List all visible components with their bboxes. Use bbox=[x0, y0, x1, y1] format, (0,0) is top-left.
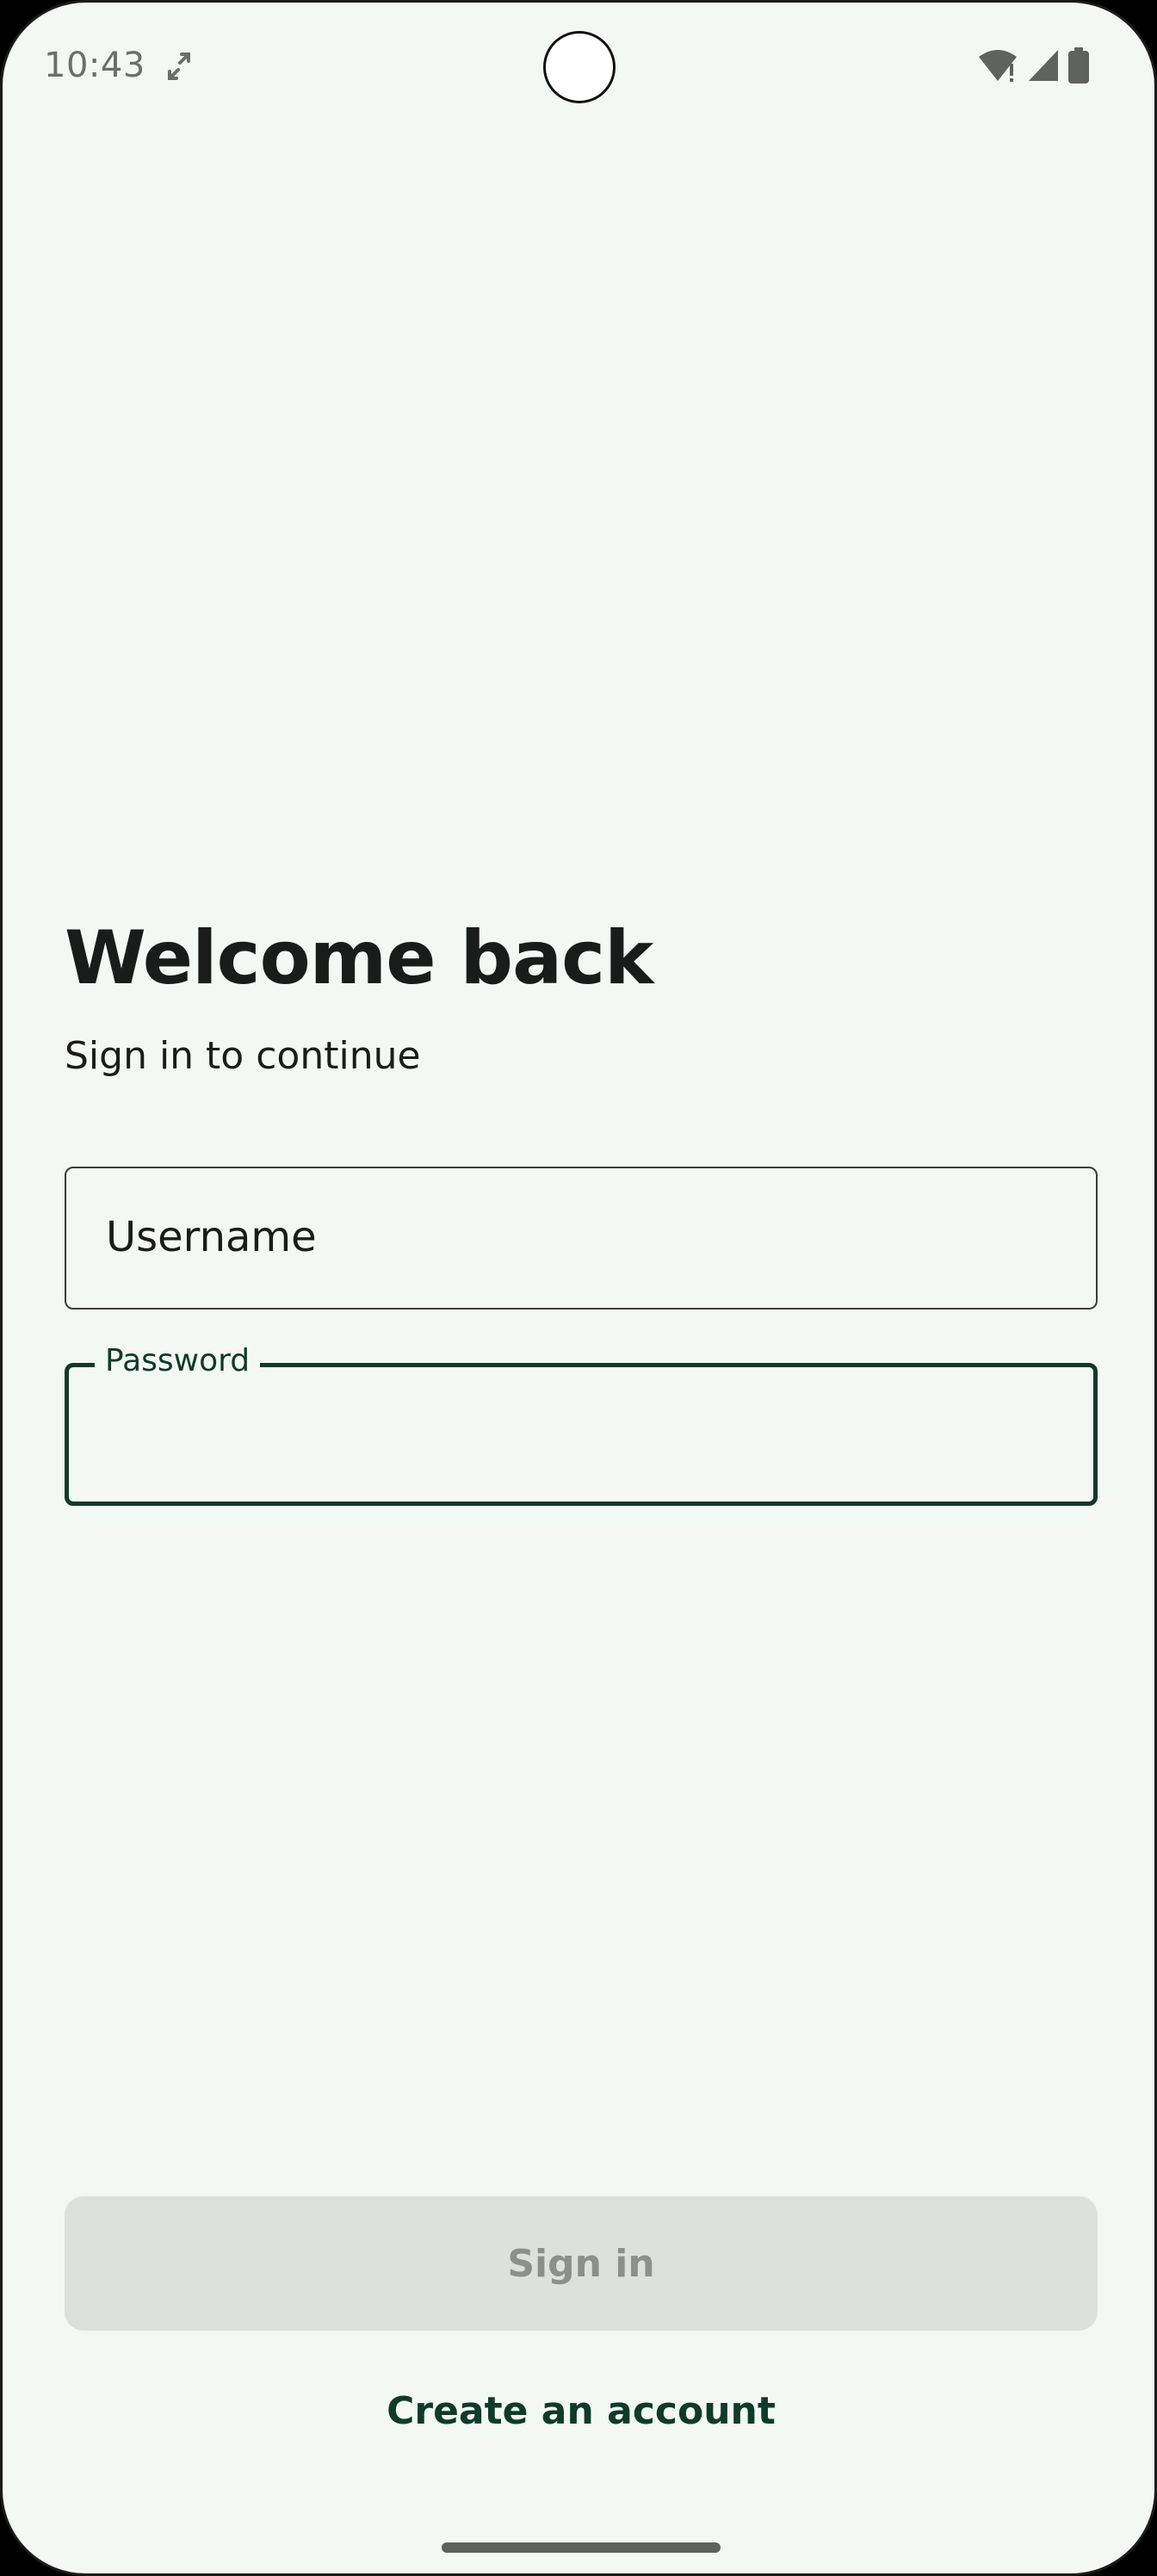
page-subtitle: Sign in to continue bbox=[65, 1034, 421, 1078]
battery-icon bbox=[1068, 47, 1089, 87]
username-placeholder: Username bbox=[106, 1213, 317, 1261]
status-bar: 10:43 bbox=[3, 3, 1154, 132]
password-field[interactable]: Password bbox=[65, 1343, 1098, 1506]
phone-screen: 10:43 Welcome back Sign in to continue U… bbox=[0, 0, 1157, 2576]
wifi-icon bbox=[977, 48, 1018, 86]
cellular-signal-icon bbox=[1027, 48, 1060, 86]
screen-rotate-icon bbox=[166, 51, 192, 82]
username-field[interactable]: Username bbox=[65, 1167, 1098, 1310]
status-icons bbox=[977, 47, 1089, 87]
home-indicator[interactable] bbox=[442, 2542, 721, 2553]
create-account-link[interactable]: Create an account bbox=[3, 2389, 1154, 2433]
status-time: 10:43 bbox=[44, 46, 145, 85]
front-camera-cutout bbox=[543, 31, 616, 103]
password-input[interactable] bbox=[108, 1402, 1059, 1472]
password-label: Password bbox=[95, 1343, 261, 1378]
sign-in-button[interactable]: Sign in bbox=[65, 2196, 1098, 2331]
page-title: Welcome back bbox=[65, 915, 653, 1001]
